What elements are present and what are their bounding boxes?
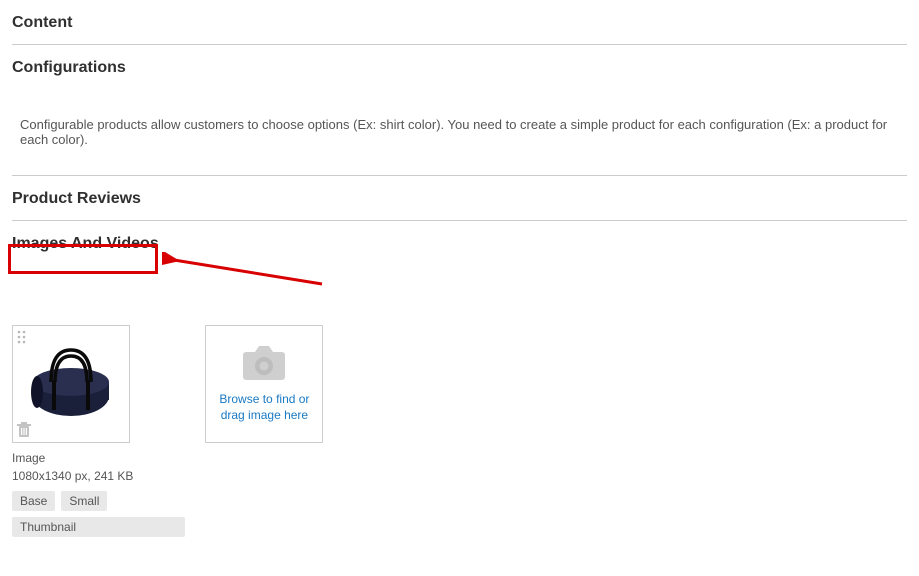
- configurations-description: Configurable products allow customers to…: [12, 89, 907, 176]
- image-column: Image 1080x1340 px, 241 KB Base Small Th…: [12, 325, 185, 537]
- product-image-tile[interactable]: [12, 325, 130, 443]
- upload-text: Browse to find or drag image here: [206, 392, 322, 423]
- configurations-description-text: Configurable products allow customers to…: [20, 117, 887, 147]
- image-role-tag: Thumbnail: [12, 517, 185, 537]
- image-resolution: 1080x1340 px, 241 KB: [12, 467, 185, 485]
- section-header-images-and-videos[interactable]: Images And Videos: [12, 221, 907, 265]
- camera-icon: [241, 344, 287, 382]
- section-header-product-reviews[interactable]: Product Reviews: [12, 176, 907, 221]
- product-thumbnail-image: [23, 340, 119, 424]
- image-gallery: Image 1080x1340 px, 241 KB Base Small Th…: [12, 325, 907, 537]
- section-title: Configurations: [12, 59, 126, 76]
- section-title: Product Reviews: [12, 190, 141, 207]
- image-meta: Image 1080x1340 px, 241 KB: [12, 449, 185, 485]
- image-role-tags: Base Small Thumbnail: [12, 491, 185, 537]
- image-caption: Image: [12, 449, 185, 467]
- section-title: Content: [12, 14, 72, 31]
- delete-icon[interactable]: [17, 422, 31, 438]
- section-header-configurations[interactable]: Configurations: [12, 45, 907, 89]
- section-header-content[interactable]: Content: [12, 0, 907, 45]
- section-title: Images And Videos: [12, 235, 159, 252]
- image-role-tag: Base: [12, 491, 55, 511]
- image-role-tag: Small: [61, 491, 107, 511]
- upload-image-tile[interactable]: Browse to find or drag image here: [205, 325, 323, 443]
